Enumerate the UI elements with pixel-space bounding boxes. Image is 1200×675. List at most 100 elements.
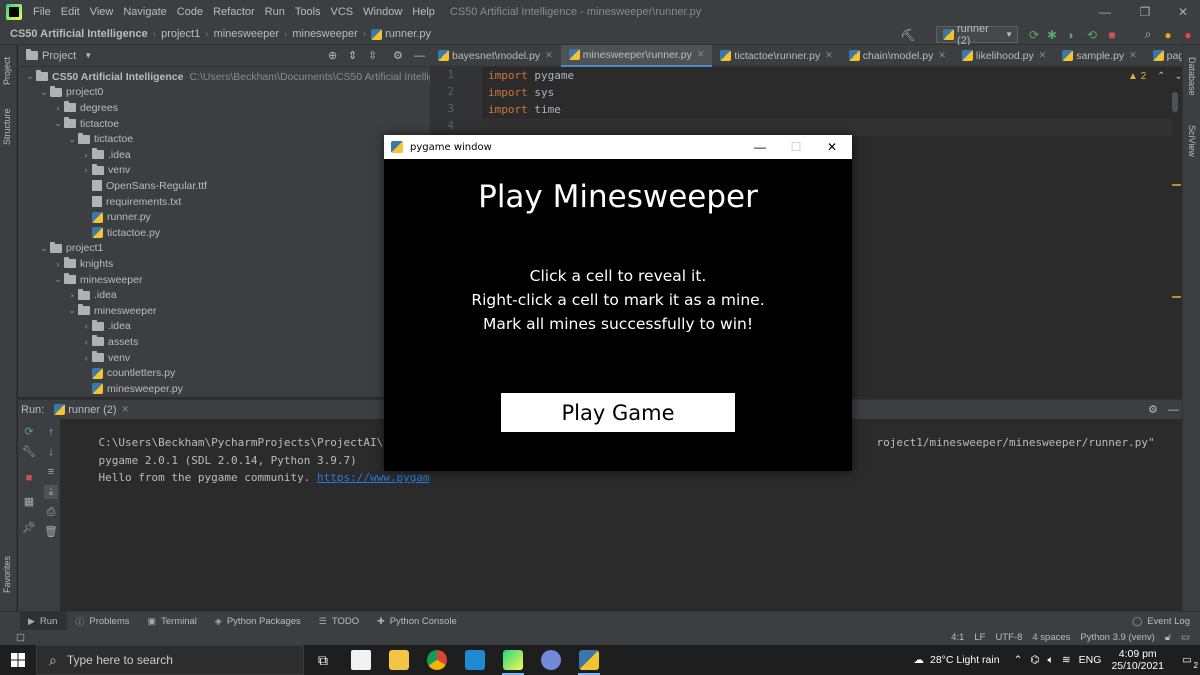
lock-icon[interactable]: 🔓︎ bbox=[1165, 632, 1171, 643]
tree-item[interactable]: minesweeper.py bbox=[80, 381, 183, 397]
close-icon[interactable]: ✕ bbox=[814, 135, 850, 159]
hide-icon[interactable]: — bbox=[1168, 404, 1179, 416]
weather-text[interactable]: 28°C Light rain bbox=[930, 654, 1000, 666]
chevron-down-icon[interactable]: ⌄ bbox=[66, 305, 78, 316]
chevron-down-icon[interactable]: ⌄ bbox=[52, 118, 64, 129]
status-caret-position[interactable]: 4:1 bbox=[951, 632, 964, 643]
print-icon[interactable]: ⎙ bbox=[44, 505, 58, 519]
breadcrumb-project[interactable]: CS50 Artificial Intelligence bbox=[10, 28, 148, 40]
close-icon[interactable]: ✕ bbox=[1129, 50, 1137, 61]
breadcrumb-project1[interactable]: project1 bbox=[161, 28, 200, 40]
collapse-all-icon[interactable]: ⇳ bbox=[368, 49, 377, 62]
chevron-right-icon[interactable]: › bbox=[80, 165, 92, 175]
tree-item[interactable]: OpenSans-Regular.ttf bbox=[80, 178, 207, 194]
clock[interactable]: 4:09 pm 25/10/2021 bbox=[1111, 648, 1164, 672]
chevron-down-icon[interactable]: ▼ bbox=[84, 51, 92, 60]
tree-item[interactable]: › .idea bbox=[66, 287, 117, 303]
play-game-button[interactable]: Play Game bbox=[501, 393, 735, 432]
pygame-titlebar[interactable]: pygame window — ☐ ✕ bbox=[384, 135, 852, 159]
tree-item[interactable]: runner.py bbox=[80, 209, 151, 225]
tree-item[interactable]: ⌄ CS50 Artificial Intelligence C:\Users\Be… bbox=[24, 69, 430, 85]
close-icon[interactable]: ✕ bbox=[1039, 50, 1047, 61]
run-config-select[interactable]: runner (2) ▼ bbox=[936, 23, 1018, 47]
minimize-icon[interactable]: — bbox=[1090, 0, 1120, 24]
tree-item[interactable]: tictactoe.py bbox=[80, 225, 160, 241]
menu-vcs[interactable]: VCS bbox=[326, 0, 359, 24]
chevron-right-icon[interactable]: › bbox=[80, 337, 92, 347]
tree-item[interactable]: ⌄ project0 bbox=[38, 85, 103, 101]
chevron-down-icon[interactable]: ⌄ bbox=[24, 71, 36, 82]
menu-window[interactable]: Window bbox=[358, 0, 407, 24]
breadcrumb-minesweeper-inner[interactable]: minesweeper bbox=[292, 28, 357, 40]
tree-item[interactable]: countletters.py bbox=[80, 365, 175, 381]
tree-item[interactable]: ⌄ project1 bbox=[38, 241, 103, 257]
pygame-app-icon[interactable] bbox=[570, 645, 608, 675]
toolwindow-problems[interactable]: ⓘ Problems bbox=[67, 612, 139, 631]
tree-item[interactable]: requirements.txt bbox=[80, 194, 181, 210]
tree-item[interactable]: › assets bbox=[80, 334, 138, 350]
toolwindow-python-console[interactable]: ✚ Python Console bbox=[369, 612, 467, 631]
volume-icon[interactable]: 🔈︎ bbox=[1048, 654, 1054, 667]
minimize-icon[interactable]: — bbox=[742, 135, 778, 159]
code-line[interactable]: import pygame bbox=[488, 69, 574, 82]
pin-icon[interactable]: 📌︎ bbox=[22, 521, 36, 535]
windows-start-icon[interactable] bbox=[0, 645, 36, 675]
discord-app-icon[interactable] bbox=[532, 645, 570, 675]
editor-tab[interactable]: tictactoe\runner.py ✕ bbox=[712, 45, 840, 67]
tree-item[interactable]: › degrees bbox=[52, 100, 118, 116]
scroll-to-end-icon[interactable]: ⤓ bbox=[44, 485, 58, 499]
network-icon[interactable]: ⌬ bbox=[1030, 654, 1039, 666]
tree-item[interactable]: › venv bbox=[80, 163, 130, 179]
stop-icon[interactable]: ■ bbox=[22, 471, 36, 485]
gear-icon[interactable]: ⚙ bbox=[393, 49, 403, 62]
tree-item[interactable]: ⌄ tictactoe bbox=[52, 116, 119, 132]
close-icon[interactable]: ✕ bbox=[1168, 0, 1198, 24]
close-icon[interactable]: ✕ bbox=[697, 49, 705, 60]
close-icon[interactable]: ✕ bbox=[938, 50, 946, 61]
status-interpreter[interactable]: Python 3.9 (venv) bbox=[1080, 632, 1154, 643]
search-icon[interactable]: ⌕ bbox=[1140, 26, 1156, 43]
favorites-tool-tab[interactable]: Favorites bbox=[2, 556, 12, 593]
notification-center-icon[interactable]: ▭ 2 bbox=[1174, 650, 1200, 670]
layout-icon[interactable]: ▦ bbox=[22, 495, 36, 509]
memory-icon[interactable]: ▭ bbox=[1181, 632, 1190, 643]
update-icon[interactable]: ● bbox=[1160, 26, 1176, 43]
chevron-right-icon[interactable]: › bbox=[66, 290, 78, 300]
menu-tools[interactable]: Tools bbox=[290, 0, 326, 24]
tree-item[interactable]: ⌄ minesweeper bbox=[52, 272, 142, 288]
toolwindow-terminal[interactable]: ▣ Terminal bbox=[140, 612, 207, 631]
notification-icon[interactable]: ● bbox=[1180, 26, 1196, 43]
tree-item[interactable]: ⌄ minesweeper bbox=[66, 303, 156, 319]
status-indent[interactable]: 4 spaces bbox=[1032, 632, 1070, 643]
rerun-icon[interactable]: ⟳ bbox=[22, 425, 36, 439]
chevron-right-icon[interactable]: › bbox=[80, 353, 92, 363]
menu-file[interactable]: File bbox=[28, 0, 56, 24]
structure-tool-tab[interactable]: Structure bbox=[2, 108, 12, 145]
pygame-canvas[interactable]: Play Minesweeper Click a cell to reveal … bbox=[384, 159, 852, 471]
chevron-up-icon[interactable]: ⌃ bbox=[1157, 71, 1165, 82]
chrome-app-icon[interactable] bbox=[418, 645, 456, 675]
console-link[interactable]: https://www.pygam bbox=[317, 471, 430, 484]
taskbar-search-input[interactable]: ⌕ Type here to search bbox=[36, 645, 304, 675]
maximize-icon[interactable]: ❐ bbox=[1130, 0, 1160, 24]
project-tool-tab[interactable]: Project bbox=[2, 57, 12, 85]
file-explorer-app-icon[interactable] bbox=[380, 645, 418, 675]
editor-tab[interactable]: likelihood.py ✕ bbox=[954, 45, 1054, 67]
panel-toggle-icon[interactable]: ▢ bbox=[16, 632, 25, 643]
toolwindow-todo[interactable]: ☰ TODO bbox=[311, 612, 369, 631]
chevron-down-icon[interactable]: ⌄ bbox=[52, 274, 64, 285]
menu-code[interactable]: Code bbox=[172, 0, 208, 24]
sciview-tool-tab[interactable]: SciView bbox=[1187, 125, 1197, 157]
menu-edit[interactable]: Edit bbox=[56, 0, 85, 24]
chevron-right-icon[interactable]: › bbox=[80, 321, 92, 331]
warning-marker[interactable] bbox=[1172, 296, 1181, 298]
database-tool-tab[interactable]: Database bbox=[1187, 57, 1197, 96]
chevron-right-icon[interactable]: › bbox=[52, 103, 64, 113]
tree-item[interactable]: › .idea bbox=[80, 147, 131, 163]
editor-tab[interactable]: minesweeper\runner.py ✕ bbox=[560, 44, 713, 67]
editor-tab[interactable]: chain\model.py ✕ bbox=[841, 45, 954, 67]
chevron-right-icon[interactable]: › bbox=[80, 150, 92, 160]
locate-icon[interactable]: ⊕ bbox=[328, 49, 337, 62]
tree-item[interactable]: › knights bbox=[52, 256, 113, 272]
run-tab[interactable]: runner (2) bbox=[68, 404, 116, 416]
